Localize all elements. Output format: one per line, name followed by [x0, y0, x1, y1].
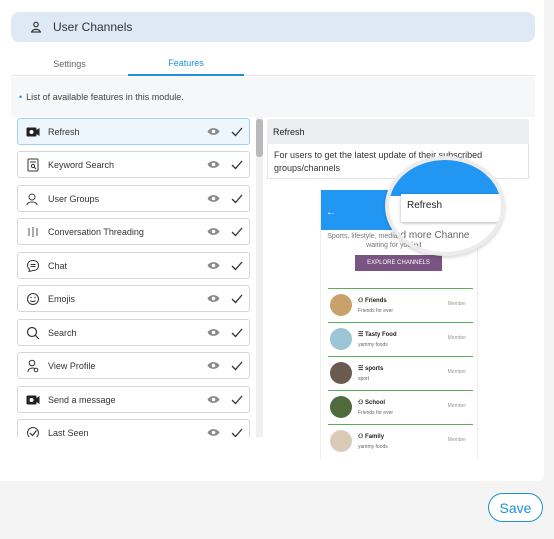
user-channels-icon: [29, 20, 43, 34]
send-message-icon: [25, 392, 41, 408]
check-icon[interactable]: [231, 227, 243, 237]
eye-icon[interactable]: [207, 395, 221, 405]
back-arrow-icon: ←: [326, 207, 336, 218]
eye-icon[interactable]: [207, 227, 221, 237]
last-seen-icon: [25, 425, 41, 437]
feature-list-scrollbar[interactable]: [256, 117, 263, 437]
check-icon[interactable]: [231, 428, 243, 438]
eye-icon[interactable]: [207, 361, 221, 371]
channel-name: ⚇ School: [358, 400, 386, 406]
eye-icon[interactable]: [207, 328, 221, 338]
check-icon[interactable]: [231, 160, 243, 170]
tab-features[interactable]: Features: [128, 52, 244, 76]
eye-icon[interactable]: [207, 194, 221, 204]
feature-label: Keyword Search: [48, 159, 115, 170]
channel-role: Member: [447, 369, 466, 375]
avatar: [330, 396, 352, 418]
feature-item-search[interactable]: Search: [17, 319, 250, 346]
check-icon[interactable]: [231, 127, 243, 137]
channel-name: ⚇ Friends: [358, 298, 387, 304]
save-button[interactable]: Save: [488, 493, 543, 522]
preview-channel-row: ☰ sports sport Member: [328, 356, 473, 390]
check-icon[interactable]: [231, 194, 243, 204]
feature-item-conversation-threading[interactable]: Conversation Threading: [17, 218, 250, 245]
feature-label: Refresh: [48, 126, 80, 137]
feature-label: Send a message: [48, 394, 116, 405]
feature-item-emojis[interactable]: Emojis: [17, 285, 250, 312]
feature-item-chat[interactable]: Chat: [17, 252, 250, 279]
feature-label: Chat: [48, 260, 68, 271]
module-card: User Channels Settings Features • List o…: [0, 0, 544, 481]
feature-item-user-groups[interactable]: User Groups: [17, 185, 250, 212]
channel-name: ⚇ Family: [358, 434, 385, 440]
search-icon: [25, 325, 41, 341]
keyword-search-icon: [25, 157, 41, 173]
feature-item-view-profile[interactable]: View Profile: [17, 352, 250, 379]
emoji-icon: [25, 291, 41, 307]
avatar: [330, 294, 352, 316]
check-icon[interactable]: [231, 395, 243, 405]
channel-sub: Friends for ever: [358, 410, 394, 416]
feature-item-keyword-search[interactable]: Keyword Search: [17, 151, 250, 178]
feature-item-last-seen[interactable]: Last Seen: [17, 419, 250, 437]
info-banner: • List of available features in this mod…: [11, 77, 535, 117]
channel-name: ☰ Tasty Food: [358, 332, 397, 338]
module-title: User Channels: [53, 20, 133, 34]
magnifier-menu-refresh: Refresh: [401, 194, 501, 222]
feature-list: Refresh Keyword Search User Groups Conve…: [16, 117, 252, 437]
check-icon[interactable]: [231, 294, 243, 304]
feature-item-refresh[interactable]: Refresh: [17, 118, 250, 145]
eye-icon[interactable]: [207, 428, 221, 438]
preview-channel-row: ⚇ School Friends for ever Member: [328, 390, 473, 424]
detail-title: Refresh: [267, 119, 529, 144]
avatar: [330, 328, 352, 350]
view-profile-icon: [25, 358, 41, 374]
feature-label: Conversation Threading: [48, 226, 144, 237]
eye-icon[interactable]: [207, 160, 221, 170]
channel-sub: yammy foods: [358, 342, 388, 348]
tab-settings[interactable]: Settings: [11, 52, 128, 76]
feature-label: View Profile: [48, 360, 96, 371]
channel-sub: sport: [358, 376, 370, 382]
avatar: [330, 362, 352, 384]
check-icon[interactable]: [231, 328, 243, 338]
preview-channel-row: ⚇ Family yammy foods Member: [328, 424, 473, 458]
refresh-icon: [25, 124, 41, 140]
channel-name: ☰ sports: [358, 366, 384, 372]
feature-label: Last Seen: [48, 427, 89, 438]
feature-label: Emojis: [48, 293, 76, 304]
eye-icon[interactable]: [207, 261, 221, 271]
info-bullet-icon: •: [19, 92, 23, 102]
avatar: [330, 430, 352, 452]
scrollbar-thumb[interactable]: [256, 119, 263, 157]
channel-role: Member: [447, 335, 466, 341]
feature-label: User Groups: [48, 193, 100, 204]
preview-channel-row: ⚇ Friends Friends for ever Member: [328, 288, 473, 322]
channel-sub: Friends for ever: [358, 308, 394, 314]
explore-channels-button: EXPLORE CHANNELS: [355, 255, 442, 271]
eye-icon[interactable]: [207, 294, 221, 304]
tab-bar: Settings Features: [11, 52, 535, 76]
chat-icon: [25, 258, 41, 274]
feature-label: Search: [48, 327, 77, 338]
channel-sub: yammy foods: [358, 444, 388, 450]
feature-item-send-a-message[interactable]: Send a message: [17, 386, 250, 413]
channel-role: Member: [447, 437, 466, 443]
info-text: List of available features in this modul…: [26, 92, 184, 102]
preview-channel-row: ☰ Tasty Food yammy foods Member: [328, 322, 473, 356]
preview-magnifier: Refresh nd more Channe e join!: [385, 156, 505, 256]
user-groups-icon: [25, 191, 41, 207]
module-header: User Channels: [11, 12, 535, 42]
magnifier-app-bar: [389, 160, 501, 196]
channel-role: Member: [447, 403, 466, 409]
channel-role: Member: [447, 301, 466, 307]
eye-icon[interactable]: [207, 127, 221, 137]
conversation-threading-icon: [25, 224, 41, 240]
check-icon[interactable]: [231, 261, 243, 271]
magnifier-text: nd more Channe e join!: [395, 230, 470, 252]
check-icon[interactable]: [231, 361, 243, 371]
